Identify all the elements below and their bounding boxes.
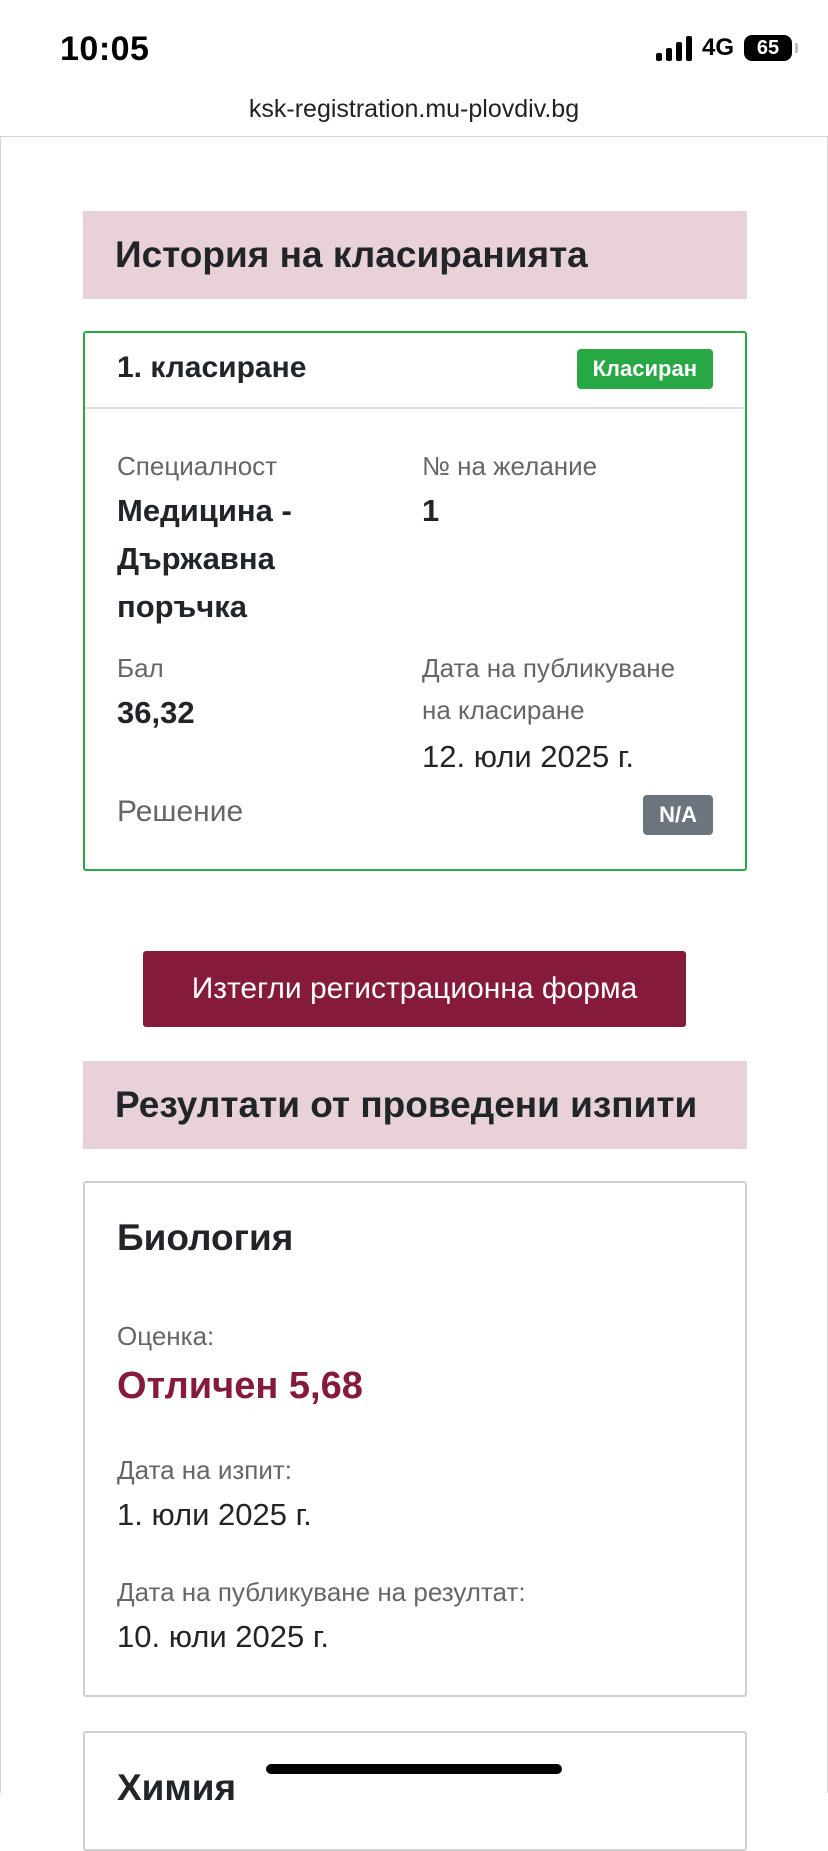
status-bar: 10:05 4G 65 bbox=[0, 0, 828, 96]
grade-label: Оценка: bbox=[117, 1321, 215, 1351]
decision-badge: N/A bbox=[643, 795, 713, 835]
exam-subject: Биология bbox=[117, 1217, 294, 1258]
ranking-history-heading: История на класиранията bbox=[83, 211, 747, 299]
grade-value: Отличен 5,68 bbox=[117, 1365, 363, 1407]
exam-subject: Химия bbox=[117, 1767, 237, 1808]
cellular-signal-icon bbox=[655, 35, 692, 61]
ranking-card-header: 1. класиране Класиран bbox=[85, 333, 745, 409]
publish-date-value: 12. юли 2025 г. bbox=[422, 739, 635, 774]
battery-level: 65 bbox=[756, 36, 780, 59]
publish-date-label-line: на класиране bbox=[422, 695, 585, 725]
decision-label: Решение bbox=[117, 795, 244, 828]
ranking-card: 1. класиране Класиран Специалност Медици… bbox=[83, 331, 747, 871]
exam-card: Биология Оценка: Отличен 5,68 Дата на из… bbox=[83, 1181, 747, 1697]
result-publish-date-value: 10. юли 2025 г. bbox=[117, 1619, 330, 1654]
publish-date-label: Дата на публикуване на класиране bbox=[422, 647, 675, 731]
specialty-value-line: Държавна bbox=[117, 541, 275, 576]
exam-date-label: Дата на изпит: bbox=[117, 1455, 293, 1485]
battery-icon: 65 bbox=[744, 35, 798, 61]
specialty-value-line: Медицина - bbox=[117, 493, 292, 528]
score-label: Бал bbox=[117, 653, 164, 683]
score-value: 36,32 bbox=[117, 695, 195, 730]
status-badge: Класиран bbox=[576, 349, 713, 389]
specialty-value-line: поръчка bbox=[117, 589, 247, 624]
wish-number-value: 1 bbox=[422, 493, 440, 528]
home-indicator[interactable] bbox=[266, 1764, 562, 1774]
result-publish-date-label: Дата на публикуване на резултат: bbox=[117, 1577, 526, 1607]
page-content: История на класиранията 1. класиране Кла… bbox=[0, 136, 828, 1851]
exam-card: Химия bbox=[83, 1731, 747, 1851]
network-type: 4G bbox=[701, 34, 734, 61]
status-time: 10:05 bbox=[60, 30, 150, 68]
wish-number-label: № на желание bbox=[422, 451, 598, 481]
exam-date-value: 1. юли 2025 г. bbox=[117, 1497, 312, 1532]
download-registration-form-button[interactable]: Изтегли регистрационна форма bbox=[143, 951, 686, 1027]
publish-date-label-line: Дата на публикуване bbox=[422, 653, 676, 683]
url-bar[interactable]: ksk-registration.mu-plovdiv.bg bbox=[0, 88, 828, 136]
specialty-value: Медицина - Държавна поръчка bbox=[117, 487, 292, 631]
specialty-label: Специалност bbox=[117, 451, 278, 481]
ranking-card-title: 1. класиране bbox=[117, 351, 307, 384]
exam-results-heading: Резултати от проведени изпити bbox=[83, 1061, 747, 1149]
status-indicators: 4G 65 bbox=[655, 34, 798, 62]
